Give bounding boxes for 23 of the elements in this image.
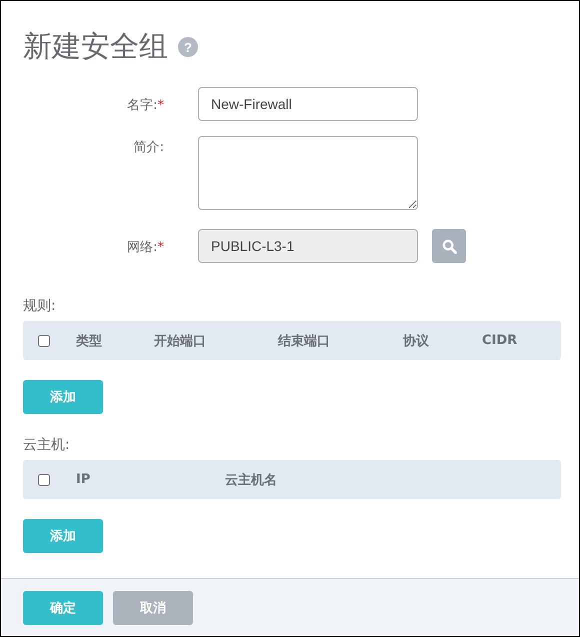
column-header: 类型 (76, 332, 103, 350)
name-field[interactable]: New-Firewall (198, 87, 418, 121)
search-icon (442, 238, 456, 254)
column-header: 结束端口 (278, 332, 331, 350)
select-all-checkbox[interactable] (38, 474, 50, 486)
field-label: 简介: (132, 139, 164, 156)
description-field[interactable] (198, 136, 418, 210)
cancel-button[interactable]: 取消 (113, 590, 193, 624)
column-header: CIDR (482, 333, 518, 348)
add-button[interactable]: 添加 (23, 519, 103, 553)
column-header: IP (76, 472, 92, 487)
confirm-button[interactable]: 确定 (23, 590, 103, 624)
select-all-checkbox[interactable] (38, 334, 50, 346)
add-button[interactable]: 添加 (23, 380, 103, 414)
column-header: 开始端口 (154, 332, 207, 350)
section-label: 云主机: (23, 436, 71, 454)
field-label: 网络:* (126, 239, 164, 256)
page-title: 新建安全组 (23, 28, 168, 65)
column-header: 协议 (403, 332, 430, 350)
field-label: 名字:* (126, 97, 164, 114)
column-header: 云主机名 (225, 472, 278, 488)
help-icon[interactable]: ? (178, 37, 198, 57)
section-label: 规则: (23, 297, 57, 315)
